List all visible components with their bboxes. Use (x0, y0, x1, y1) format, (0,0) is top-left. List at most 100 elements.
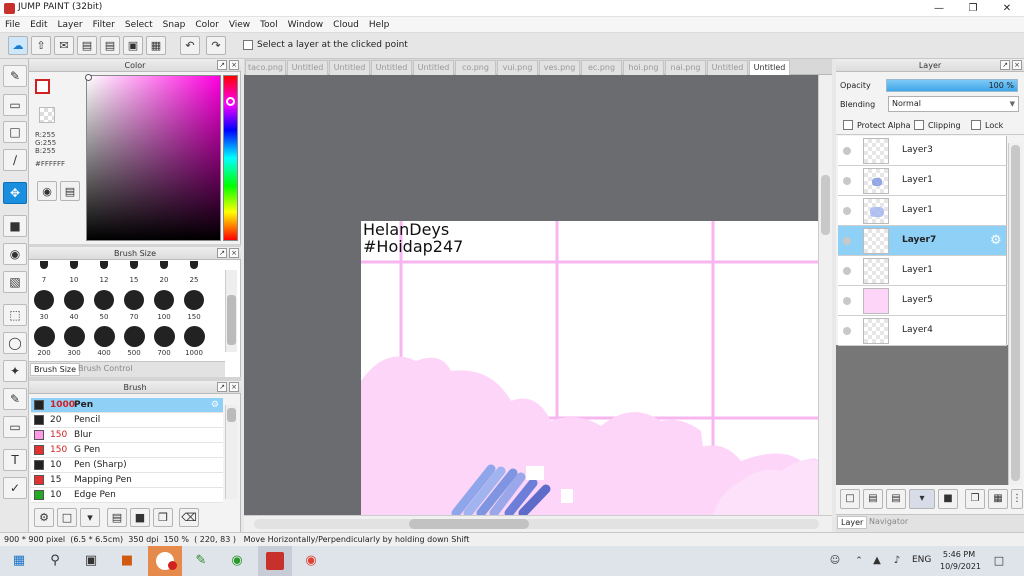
layer-more-icon[interactable]: ⋮ (1011, 489, 1023, 509)
panel-close-icon[interactable]: × (229, 60, 239, 70)
brush-size-dot[interactable] (100, 261, 108, 269)
rectangle-tool-icon[interactable]: □ (3, 121, 27, 143)
gradient-tool-icon[interactable]: ▧ (3, 271, 27, 293)
store-icon[interactable]: ■ (118, 552, 136, 570)
brush-size-dot[interactable] (63, 326, 85, 347)
document-tab[interactable]: hoi.png (623, 60, 664, 75)
select-layer-option[interactable]: Select a layer at the clicked point (243, 40, 408, 50)
document-tab[interactable]: vui.png (497, 60, 538, 75)
magic-wand-tool-icon[interactable]: ✦ (3, 360, 27, 382)
document-tab[interactable]: co.png (455, 60, 496, 75)
language-indicator[interactable]: ENG (912, 555, 931, 565)
bucket-tool-icon[interactable]: ◉ (3, 243, 27, 265)
people-icon[interactable]: ☺ (826, 552, 844, 570)
brush-size-dot[interactable] (123, 326, 145, 347)
layer-item-layer1-c[interactable]: Layer1 (838, 256, 1007, 286)
hue-slider-handle[interactable] (226, 97, 235, 106)
menu-file[interactable]: File (0, 17, 25, 33)
text-tool-icon[interactable]: T (3, 449, 27, 471)
panel-close-icon[interactable]: × (1012, 60, 1022, 70)
document-tab[interactable]: nai.png (665, 60, 706, 75)
menu-color[interactable]: Color (190, 17, 224, 33)
duplicate-icon[interactable]: ❐ (153, 508, 173, 527)
menu-layer[interactable]: Layer (53, 17, 88, 33)
panel-detach-icon[interactable]: ↗ (217, 382, 227, 392)
lasso-tool-icon[interactable]: ◯ (3, 332, 27, 354)
layer-item-layer4[interactable]: Layer4 (838, 316, 1007, 346)
visibility-icon[interactable] (843, 207, 851, 215)
new-folder-layer-icon[interactable]: ▤ (886, 489, 906, 509)
layer-menu-icon[interactable]: ▾ (909, 489, 935, 509)
menu-view[interactable]: View (224, 17, 255, 33)
document-icon[interactable]: ▤ (100, 36, 120, 55)
drawing-canvas[interactable]: HelanDeys #Hoidap247 (361, 221, 818, 515)
canvas-horizontal-scrollbar[interactable] (244, 515, 832, 532)
gear-icon[interactable]: ⚙ (990, 233, 1002, 248)
layer-item-layer1[interactable]: Layer1 (838, 166, 1007, 196)
brush-size-dot[interactable] (124, 290, 144, 310)
layer-item-layer5[interactable]: Layer5 (838, 286, 1007, 316)
brush-size-dot[interactable] (94, 290, 114, 310)
panel-detach-icon[interactable]: ↗ (217, 60, 227, 70)
search-icon[interactable]: ⚲ (46, 552, 64, 570)
palette-icon[interactable]: ◉ (37, 181, 57, 201)
menu-snap[interactable]: Snap (158, 17, 191, 33)
saturation-value-picker[interactable] (86, 75, 221, 241)
layer-item-layer1-b[interactable]: Layer1 (838, 196, 1007, 226)
chevron-up-icon[interactable]: ⌃ (850, 552, 868, 570)
gear-icon[interactable]: ⚙ (211, 400, 219, 410)
windows-start-icon[interactable]: ▦ (10, 552, 28, 570)
panel-close-icon[interactable]: × (229, 382, 239, 392)
canvas-vertical-scrollbar[interactable] (818, 75, 832, 515)
document-tab[interactable]: Untitled (749, 60, 790, 75)
brush-size-dot[interactable] (40, 261, 48, 269)
menu-window[interactable]: Window (283, 17, 329, 33)
gimp-app-icon[interactable]: ◉ (228, 552, 246, 570)
brush-copy-icon[interactable]: ▤ (107, 508, 127, 527)
brush-item-pen[interactable]: 1000 Pen ⚙ (31, 398, 223, 413)
network-icon[interactable]: ▲ (868, 552, 886, 570)
layer-item-layer3[interactable]: Layer3 (838, 136, 1007, 166)
protect-alpha-option[interactable]: Protect Alpha (843, 120, 911, 130)
folder-icon[interactable]: ■ (938, 489, 958, 509)
redo-button[interactable]: ↷ (206, 36, 226, 55)
brush-tool-icon[interactable]: ✎ (3, 65, 27, 87)
chrome-app-icon[interactable]: ◉ (302, 552, 320, 570)
brush-item-mapping-pen[interactable]: 15 Mapping Pen (31, 473, 223, 488)
close-button[interactable]: ✕ (990, 0, 1024, 17)
tab-brush-control[interactable]: Brush Control (75, 363, 136, 374)
brush-size-dot[interactable] (70, 261, 78, 269)
select-eraser-tool-icon[interactable]: ▭ (3, 416, 27, 438)
duplicate-layer-icon[interactable]: ❐ (965, 489, 985, 509)
menu-edit[interactable]: Edit (25, 17, 52, 33)
trash-icon[interactable]: ⌫ (179, 508, 199, 527)
tab-layer[interactable]: Layer (837, 516, 868, 529)
document-tab[interactable]: Untitled (287, 60, 328, 75)
blending-select[interactable]: Normal ▼ (888, 96, 1019, 112)
panel-detach-icon[interactable]: ↗ (1000, 60, 1010, 70)
save-icon[interactable]: ▣ (123, 36, 143, 55)
new-halftone-layer-icon[interactable]: ▤ (863, 489, 883, 509)
message-icon[interactable]: ▤ (77, 36, 97, 55)
brush-size-dot[interactable] (34, 290, 54, 310)
select-pen-tool-icon[interactable]: ✎ (3, 388, 27, 410)
brush-size-dot[interactable] (64, 290, 84, 310)
visibility-icon[interactable] (843, 147, 851, 155)
comment-icon[interactable]: ✉ (54, 36, 74, 55)
visibility-icon[interactable] (843, 297, 851, 305)
cloud-icon[interactable]: ☁ (8, 36, 28, 55)
eraser-tool-icon[interactable]: ▭ (3, 94, 27, 116)
select-layer-checkbox[interactable] (243, 40, 253, 50)
clipping-option[interactable]: Clipping (914, 120, 961, 130)
document-tab[interactable]: Untitled (329, 60, 370, 75)
layer-list-scrollbar[interactable] (1008, 143, 1022, 485)
minimize-button[interactable]: — (922, 0, 956, 17)
menu-cloud[interactable]: Cloud (328, 17, 364, 33)
brush-size-dot[interactable] (154, 290, 174, 310)
menu-tool[interactable]: Tool (255, 17, 282, 33)
new-layer-icon[interactable]: □ (840, 489, 860, 509)
brush-item-pen-sharp[interactable]: 10 Pen (Sharp) (31, 458, 223, 473)
brush-size-dot[interactable] (184, 290, 204, 310)
new-brush-icon[interactable]: □ (57, 508, 77, 527)
menu-help[interactable]: Help (364, 17, 395, 33)
